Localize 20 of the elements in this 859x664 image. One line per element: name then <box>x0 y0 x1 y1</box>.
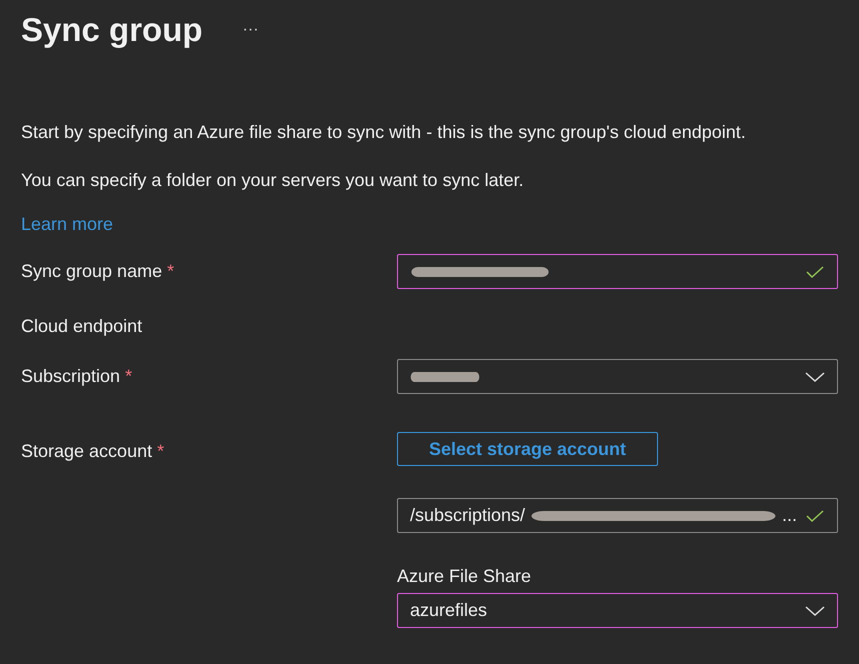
redaction-mark <box>410 370 480 384</box>
field-label: Azure File Share <box>397 565 532 587</box>
intro-text: Start by specifying an Azure file share to sync with - this is the sync group's cloud endpoint. <box>21 121 747 144</box>
input-field[interactable]: /subscriptions/ ... <box>397 498 838 533</box>
check-icon <box>805 264 825 278</box>
intro-text: You can specify a folder on your servers you want to sync later. <box>21 169 525 192</box>
select-storage-button[interactable]: Select storage account <box>397 432 658 466</box>
field-label: Sync group name * <box>21 260 176 283</box>
dropdown-field[interactable] <box>397 359 838 394</box>
input-field[interactable] <box>397 254 838 289</box>
learn-more-link[interactable]: Learn more <box>21 212 114 236</box>
chevron-down-icon <box>805 604 825 618</box>
page-title: Sync group <box>21 11 203 49</box>
check-icon <box>805 508 825 522</box>
more-button[interactable]: ··· <box>238 21 263 39</box>
dropdown-field[interactable]: azurefiles <box>397 593 838 628</box>
field-label: Storage account * <box>21 440 166 463</box>
field-label: Subscription * <box>21 365 134 388</box>
chevron-down-icon <box>805 370 825 384</box>
section-heading: Cloud endpoint <box>21 315 144 338</box>
